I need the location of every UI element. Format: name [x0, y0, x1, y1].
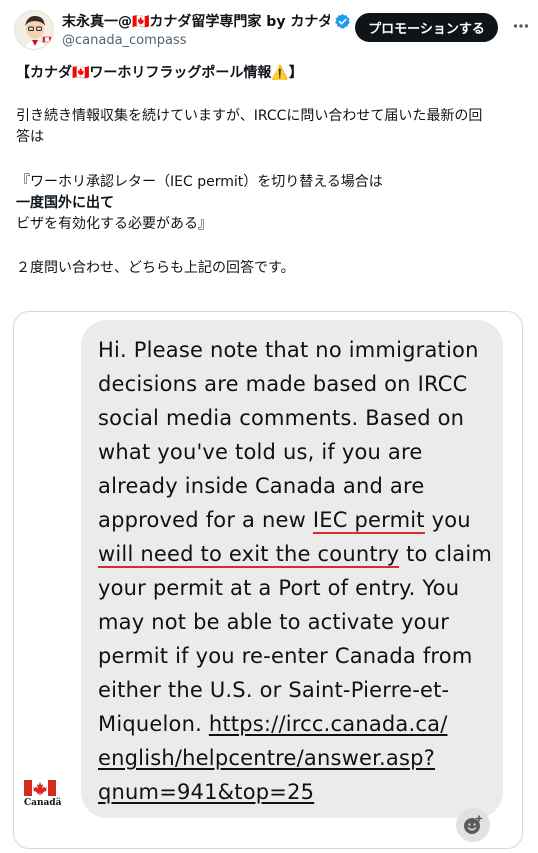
canada-wordmark: Canadä: [24, 798, 62, 808]
promote-button[interactable]: プロモーションする: [355, 13, 498, 42]
message-link: https://ircc.canada.ca/: [208, 712, 448, 736]
message-line: Hi. Please note that no immigration: [98, 338, 479, 362]
post-header: 末永真一@🇨🇦カナダ留学専門家 by カナダ… @canada_compass …: [0, 0, 538, 60]
message-line: already inside Canada and are: [98, 474, 425, 498]
avatar[interactable]: [14, 10, 54, 50]
message-line: approved for a new IEC permit you: [98, 504, 471, 537]
post-text-line: ２度問い合わせ、どちらも上記の回答です。: [16, 260, 295, 276]
author-name[interactable]: 末永真一@🇨🇦カナダ留学専門家 by カナダ…: [62, 11, 330, 31]
message-text: approved for a new: [98, 508, 313, 532]
message-link: qnum=941&top=25: [98, 780, 315, 804]
message-line: your permit at a Port of entry. You: [98, 576, 460, 600]
highlighted-text: will need to exit the country: [98, 542, 400, 568]
message-text: Miquelon.: [98, 712, 209, 736]
highlighted-text: IEC permit: [312, 508, 425, 534]
message-line: will need to exit the country to claim: [98, 538, 492, 571]
message-link: english/helpcentre/answer.asp?: [98, 746, 436, 770]
post-title: 【カナダ🇨🇦ワーホリフラッグポール情報⚠️】: [16, 65, 303, 81]
author-handle[interactable]: @canada_compass: [62, 33, 187, 48]
message-line: may not be able to activate your: [98, 610, 450, 634]
media-image[interactable]: Hi. Please note that no immigration deci…: [13, 311, 523, 849]
message-line: decisions are made based on IRCC: [98, 372, 468, 396]
message-line: Miquelon. https://ircc.canada.ca/: [98, 708, 447, 741]
post-text-line: 答は: [16, 129, 44, 145]
more-options-icon[interactable]: [508, 13, 534, 39]
message-text: you: [424, 508, 471, 532]
message-line: what you've told us, if you are: [98, 440, 423, 464]
emoji-reaction-icon[interactable]: [456, 808, 490, 842]
message-text: to claim: [399, 542, 493, 566]
author-name-row[interactable]: 末永真一@🇨🇦カナダ留学専門家 by カナダ…: [62, 11, 352, 31]
message-line: social media comments. Based on: [98, 406, 465, 430]
message-line: either the U.S. or Saint-Pierre-et-: [98, 678, 450, 702]
post-text-line: 『ワーホリ承認レター（IEC permit）を切り替える場合は: [16, 174, 383, 190]
post-text-line: 引き続き情報収集を続けていますが、IRCCに問い合わせて届いた最新の回: [16, 108, 483, 124]
verified-badge-icon: [335, 13, 350, 29]
message-line: permit if you re-enter Canada from: [98, 644, 473, 668]
post-text-line: ビザを有効化する必要がある』: [16, 216, 212, 232]
post-text-emphasis: 一度国外に出て: [16, 195, 114, 211]
message-bubble: Hi. Please note that no immigration deci…: [81, 320, 503, 818]
